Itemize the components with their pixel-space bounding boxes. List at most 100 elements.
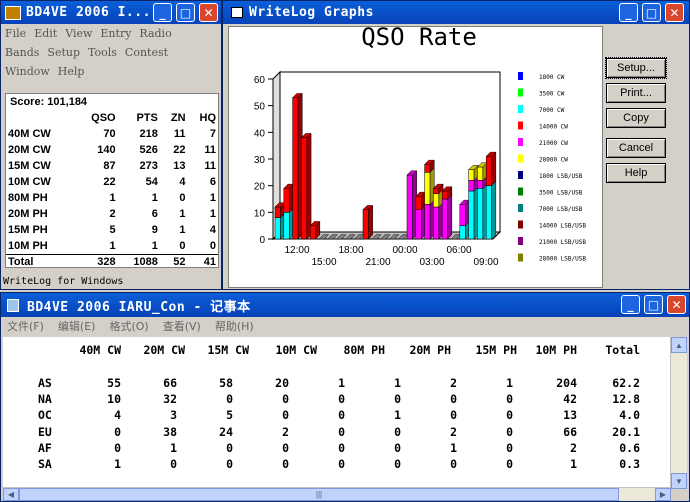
menu-item[interactable]: 编辑(E) bbox=[58, 320, 96, 333]
notepad-window: BD4VE 2006 IARU_Con - 记事本 _ □ ✕ 文件(F) 编辑(… bbox=[0, 292, 690, 502]
chart-bar-segment bbox=[424, 204, 431, 240]
menu-radio[interactable]: Radio bbox=[139, 27, 171, 40]
table-row: Total 328 1088 52 41 bbox=[6, 254, 218, 270]
table-cell: 15M CW bbox=[8, 160, 51, 172]
table-cell: 218 bbox=[139, 128, 158, 140]
table-cell: 22 bbox=[173, 144, 186, 156]
table-cell: 70 bbox=[103, 128, 116, 140]
column-header: QSO bbox=[91, 112, 116, 124]
legend-label: 1800 LSB/USB bbox=[539, 173, 583, 180]
minimize-button[interactable]: _ bbox=[621, 295, 640, 314]
horizontal-scrollbar[interactable]: ◀ ||| ▶ bbox=[3, 487, 671, 501]
graph-window-titlebar[interactable]: WriteLog Graphs _ □ ✕ bbox=[223, 1, 689, 24]
maximize-button[interactable]: □ bbox=[644, 295, 663, 314]
copy-button[interactable]: Copy bbox=[606, 108, 666, 128]
legend-label: 3500 LSB/USB bbox=[539, 190, 583, 197]
text-cell: 0 bbox=[170, 457, 177, 471]
text-cell: 0 bbox=[338, 457, 345, 471]
maximize-button[interactable]: □ bbox=[642, 3, 661, 22]
score-window-titlebar[interactable]: BD4VE 2006 I... _ □ ✕ bbox=[1, 1, 221, 24]
chart-bar-side bbox=[368, 204, 373, 240]
continent-label: AF bbox=[38, 440, 52, 455]
column-header: 10M PH bbox=[535, 343, 577, 357]
table-cell: 1 bbox=[179, 224, 186, 236]
continent-label: OC bbox=[38, 408, 52, 423]
chart-bar-segment bbox=[477, 180, 484, 189]
scroll-up-icon[interactable]: ▲ bbox=[671, 337, 687, 353]
legend-swatch bbox=[518, 253, 523, 262]
chart-bar-segment bbox=[274, 217, 281, 240]
vertical-scrollbar[interactable]: ▲ ▼ bbox=[670, 337, 687, 489]
text-cell: 1 bbox=[450, 440, 457, 455]
scroll-left-icon[interactable]: ◀ bbox=[3, 488, 19, 501]
menu-edit[interactable]: Edit bbox=[34, 27, 57, 40]
minimize-button[interactable]: _ bbox=[153, 3, 172, 22]
legend-label: 1800 CW bbox=[539, 74, 565, 81]
close-button[interactable]: ✕ bbox=[199, 3, 218, 22]
menu-item[interactable]: 查看(V) bbox=[163, 320, 201, 333]
window-title: WriteLog Graphs bbox=[249, 5, 374, 20]
y-tick-label: 10 bbox=[254, 208, 266, 219]
print-button[interactable]: Print... bbox=[606, 83, 666, 103]
table-cell: 1 bbox=[209, 208, 216, 220]
score-panel: Score: 101,184 QSO PTS ZN HQ 40M CW 70 218 11 7… bbox=[5, 93, 219, 268]
close-button[interactable]: ✕ bbox=[667, 295, 686, 314]
setup-button[interactable]: Setup... bbox=[605, 57, 667, 79]
menu-setup[interactable]: Setup bbox=[47, 46, 80, 59]
notepad-text-area[interactable]: 40M CW 20M CW 15M CW 10M CW 80M PH 20M PH 15M … bbox=[3, 337, 671, 489]
text-cell: 2 bbox=[450, 376, 457, 390]
table-cell: 1 bbox=[151, 239, 158, 252]
menu-contest[interactable]: Contest bbox=[125, 46, 168, 59]
text-cell: 0 bbox=[282, 392, 289, 407]
menu-tools[interactable]: Tools bbox=[88, 46, 117, 59]
legend-swatch bbox=[518, 105, 523, 113]
menu-entry[interactable]: Entry bbox=[100, 27, 131, 40]
table-cell: 11 bbox=[204, 160, 216, 172]
menu-item[interactable]: 格式(O) bbox=[109, 320, 148, 333]
chart-bar-segment bbox=[415, 196, 422, 210]
chart-bar-segment bbox=[283, 212, 290, 240]
legend-swatch bbox=[518, 220, 523, 229]
text-cell: 2 bbox=[282, 424, 289, 439]
legend-swatch bbox=[518, 204, 523, 212]
table-cell: 0 bbox=[179, 192, 186, 204]
legend-swatch bbox=[518, 171, 523, 179]
x-tick-label: 12:00 bbox=[284, 245, 309, 256]
text-cell: 12.8 bbox=[612, 392, 640, 407]
text-cell: 0 bbox=[114, 424, 121, 439]
chart-bar-segment bbox=[468, 169, 475, 181]
menu-help[interactable]: Help bbox=[58, 65, 85, 78]
minimize-button[interactable]: _ bbox=[619, 3, 638, 22]
scroll-thumb[interactable]: ||| bbox=[19, 488, 619, 501]
menu-item[interactable]: 文件(F) bbox=[7, 320, 44, 333]
help-button[interactable]: Help bbox=[606, 163, 666, 183]
menu-item[interactable]: 帮助(H) bbox=[215, 320, 254, 333]
table-cell: 22 bbox=[103, 176, 116, 188]
table-row: 10M CW 22 54 4 6 bbox=[6, 174, 218, 190]
x-tick-label: 06:00 bbox=[446, 245, 471, 256]
text-cell: 0.6 bbox=[619, 440, 640, 455]
menu-bands[interactable]: Bands bbox=[5, 46, 39, 59]
menu-view[interactable]: View bbox=[65, 27, 92, 40]
scroll-down-icon[interactable]: ▼ bbox=[671, 473, 687, 489]
maximize-button[interactable]: □ bbox=[176, 3, 195, 22]
menu-file[interactable]: File bbox=[5, 27, 26, 40]
text-cell: 0 bbox=[226, 457, 233, 471]
text-cell: 0 bbox=[450, 457, 457, 471]
table-cell: 15M PH bbox=[8, 224, 48, 236]
chart-bar-segment bbox=[274, 206, 281, 218]
menu-window[interactable]: Window bbox=[5, 65, 50, 78]
close-button[interactable]: ✕ bbox=[665, 3, 684, 22]
table-row: 40M CW 70 218 11 7 bbox=[6, 126, 218, 142]
cancel-button[interactable]: Cancel bbox=[606, 138, 666, 158]
table-cell: 140 bbox=[97, 144, 116, 156]
text-cell: 1 bbox=[394, 408, 401, 423]
table-cell: 4 bbox=[209, 224, 216, 236]
chart-bar-segment bbox=[459, 225, 466, 240]
scroll-right-icon[interactable]: ▶ bbox=[655, 488, 671, 501]
table-row: 15M CW 87 273 13 11 bbox=[6, 158, 218, 174]
table-cell: 13 bbox=[173, 160, 186, 172]
text-cell: 0 bbox=[282, 408, 289, 423]
table-cell: 87 bbox=[103, 160, 116, 172]
notepad-titlebar[interactable]: BD4VE 2006 IARU_Con - 记事本 _ □ ✕ bbox=[1, 293, 689, 317]
